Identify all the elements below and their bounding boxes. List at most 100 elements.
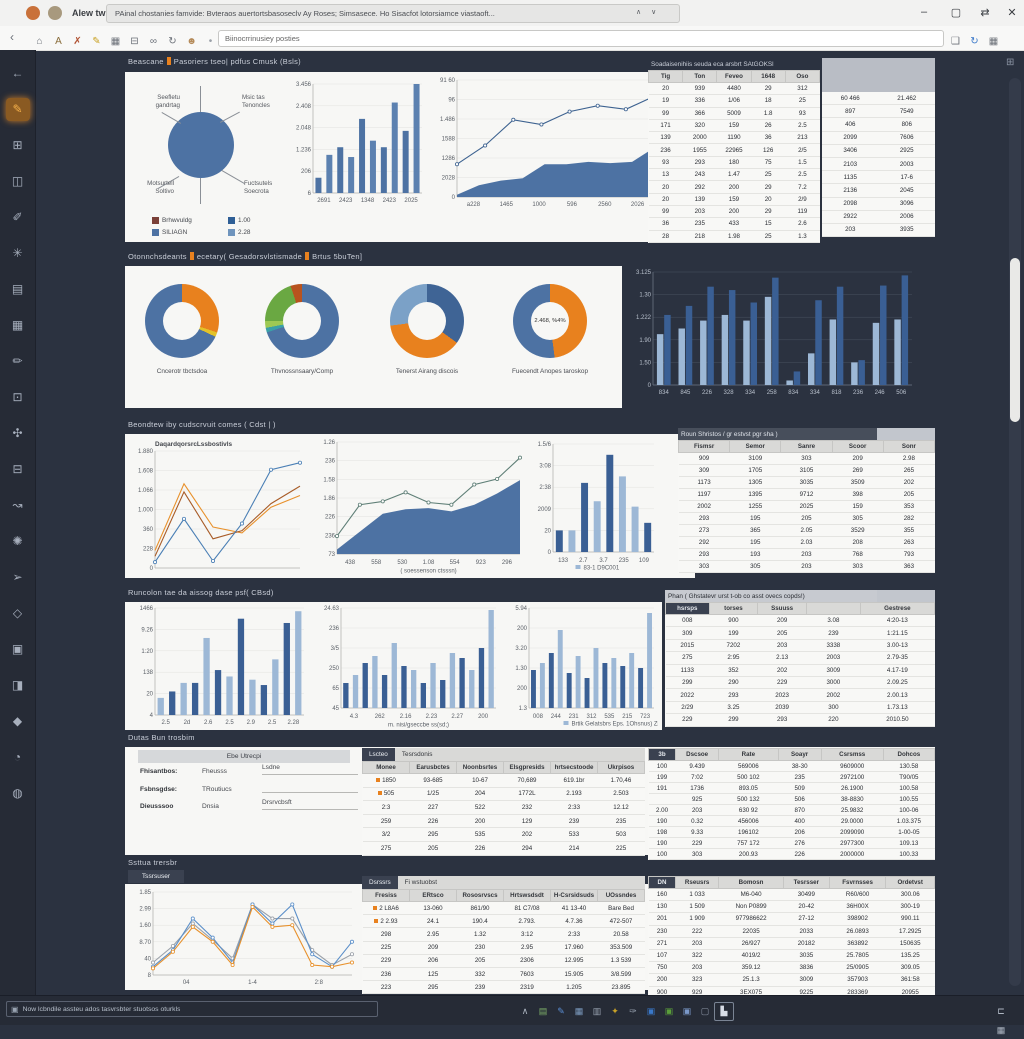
column-header[interactable]: Tig — [649, 71, 683, 83]
table-tab[interactable]: Fi wstuobst — [398, 876, 645, 889]
donut-ring[interactable]: 2.468, %4% — [513, 284, 587, 358]
column-header[interactable]: Sanre — [781, 441, 832, 453]
section6-tab[interactable]: Tssrsuser — [128, 870, 184, 883]
column-header[interactable]: Noonbsrtes — [457, 762, 504, 774]
form-input[interactable] — [262, 782, 358, 793]
sheet-icon[interactable]: ▥ — [588, 1003, 606, 1020]
column-header[interactable]: Fismsr — [679, 441, 730, 453]
sidebar-item-grid-panel-icon[interactable]: ▦ — [6, 314, 30, 337]
column-header[interactable]: H-Csrsidsuds — [551, 890, 598, 902]
sidebar-item-pen-tool-icon[interactable]: ✐ — [6, 206, 30, 229]
home-icon[interactable]: ⌂ — [30, 36, 49, 47]
grid-view-icon[interactable]: ▦ — [992, 1022, 1010, 1039]
sidebar-item-shield-icon[interactable]: ◆ — [6, 710, 30, 733]
sync-icon[interactable]: ↻ — [163, 36, 182, 47]
green-app-icon[interactable]: ▣ — [660, 1003, 678, 1020]
blue-app-icon[interactable]: ▣ — [642, 1003, 660, 1020]
status-message-box[interactable]: ▣ Now lcbndile assteu ados tasvrsbter st… — [6, 1001, 378, 1017]
document-tab[interactable]: PAinal chostanies famvide: Bvteraos auer… — [106, 4, 680, 23]
column-header[interactable]: Rososrvscs — [457, 890, 504, 902]
sidebar-item-pencil-icon[interactable]: ✏ — [6, 350, 30, 373]
comment-icon[interactable]: ❑ — [946, 36, 965, 47]
sidebar-item-donut-icon[interactable]: ◍ — [6, 782, 30, 805]
file-icon[interactable]: ▤ — [534, 1003, 552, 1020]
column-header[interactable]: Hrtswsdsdt — [504, 890, 551, 902]
column-header[interactable]: Feveo — [717, 71, 751, 83]
sidebar-item-collapse-icon[interactable]: ⊟ — [6, 458, 30, 481]
column-header[interactable]: Bomosn — [719, 877, 784, 889]
column-header[interactable]: 1648 — [751, 71, 785, 83]
close-button[interactable]: ✕ — [1004, 6, 1020, 19]
form-input[interactable]: Lsdne — [262, 764, 358, 775]
column-header[interactable]: ERtsco — [410, 890, 457, 902]
redpen-icon[interactable]: ✗ — [68, 36, 87, 47]
hand-icon[interactable]: ✦ — [606, 1003, 624, 1020]
refresh-icon[interactable]: ↻ — [965, 36, 984, 47]
switch-window-button[interactable]: ⇄ — [977, 6, 993, 19]
save-icon[interactable]: ⊟ — [125, 36, 144, 47]
vertical-scrollbar-track[interactable] — [1009, 78, 1021, 986]
column-header[interactable]: Fsvrnsses — [829, 877, 886, 889]
sidebar-item-frame-icon[interactable]: ▣ — [6, 638, 30, 661]
column-header[interactable]: Fresiss — [363, 890, 410, 902]
highlighter-icon[interactable]: ✎ — [87, 36, 106, 47]
column-header[interactable]: Ordetvst — [886, 877, 935, 889]
active-tool-icon[interactable]: ▙ — [714, 1002, 734, 1021]
donut-ring[interactable] — [390, 284, 464, 358]
sidebar-item-pie-icon[interactable]: ◔ — [6, 746, 30, 769]
column-header[interactable]: UOssndes — [598, 890, 645, 902]
column-header[interactable]: Elsgpresids — [504, 762, 551, 774]
column-header[interactable]: Scoor — [832, 441, 883, 453]
sidebar-item-notebook-icon[interactable]: ◫ — [6, 170, 30, 193]
ink-icon[interactable]: ✑ — [624, 1003, 642, 1020]
table-tab[interactable]: Dsrssrs — [362, 876, 398, 889]
address-input[interactable]: Biinocrrinusiey posties — [218, 30, 944, 47]
column-header[interactable]: Soayr — [778, 749, 821, 761]
column-header[interactable]: Dscsoe — [676, 749, 719, 761]
vertical-scrollbar-thumb[interactable] — [1010, 258, 1020, 422]
column-header[interactable]: DN — [649, 877, 676, 889]
column-header[interactable]: Csrsmss — [821, 749, 883, 761]
back-icon[interactable]: ‹ — [10, 30, 14, 44]
sidebar-item-gear-icon[interactable]: ✳ — [6, 242, 30, 265]
column-header[interactable]: Ukrpisos — [598, 762, 645, 774]
doc-app-icon[interactable]: ▣ — [678, 1003, 696, 1020]
expand-panel-icon[interactable]: ⊞ — [1006, 57, 1014, 68]
donut-ring[interactable] — [145, 284, 219, 358]
column-header[interactable]: Semor — [730, 441, 781, 453]
column-header[interactable]: Sonr — [883, 441, 934, 453]
sidebar-item-burst-icon[interactable]: ✺ — [6, 530, 30, 553]
sidebar-item-settings-icon[interactable]: ✣ — [6, 422, 30, 445]
link-icon[interactable]: ∞ — [144, 36, 163, 47]
form-input[interactable]: Drsrvcbsft — [262, 799, 358, 810]
sidebar-item-list-panel-icon[interactable]: ▤ — [6, 278, 30, 301]
avatar[interactable] — [48, 6, 62, 20]
table-tab[interactable]: Tesrsdonis — [395, 748, 645, 761]
column-header[interactable]: Rate — [719, 749, 778, 761]
tab-caret-icons[interactable]: ∧ ∨ — [636, 8, 660, 16]
column-header[interactable] — [806, 603, 860, 615]
column-header[interactable]: Oso — [785, 71, 819, 83]
column-header[interactable]: torses — [709, 603, 758, 615]
sidebar-item-chart-box-icon[interactable]: ⊡ — [6, 386, 30, 409]
sidebar-item-flow-icon[interactable]: ↝ — [6, 494, 30, 517]
user-icon[interactable]: ☻ — [182, 36, 201, 47]
sidebar-item-diamond-icon[interactable]: ◇ — [6, 602, 30, 625]
pen-icon[interactable]: ✎ — [552, 1003, 570, 1020]
column-header[interactable]: Rseusrs — [676, 877, 719, 889]
minimize-button[interactable]: – — [916, 6, 932, 18]
column-header[interactable]: Tesrsser — [783, 877, 829, 889]
sidebar-item-back-arrow-icon[interactable]: ← — [6, 62, 30, 85]
column-header[interactable]: 3b — [649, 749, 676, 761]
report-icon[interactable]: ▦ — [570, 1003, 588, 1020]
column-header[interactable]: Ssuuss — [758, 603, 807, 615]
table-icon[interactable]: ▦ — [106, 36, 125, 47]
table-tab[interactable]: Lscteo — [362, 748, 395, 761]
avatar[interactable] — [26, 6, 40, 20]
column-header[interactable]: Earusbctes — [410, 762, 457, 774]
column-header[interactable]: Gestrese — [860, 603, 934, 615]
column-header[interactable]: hrtsecstoode — [551, 762, 598, 774]
fullscreen-icon[interactable]: ⊏ — [992, 1003, 1010, 1020]
donut-ring[interactable] — [265, 284, 339, 358]
sidebar-item-cursor-icon[interactable]: ➢ — [6, 566, 30, 589]
